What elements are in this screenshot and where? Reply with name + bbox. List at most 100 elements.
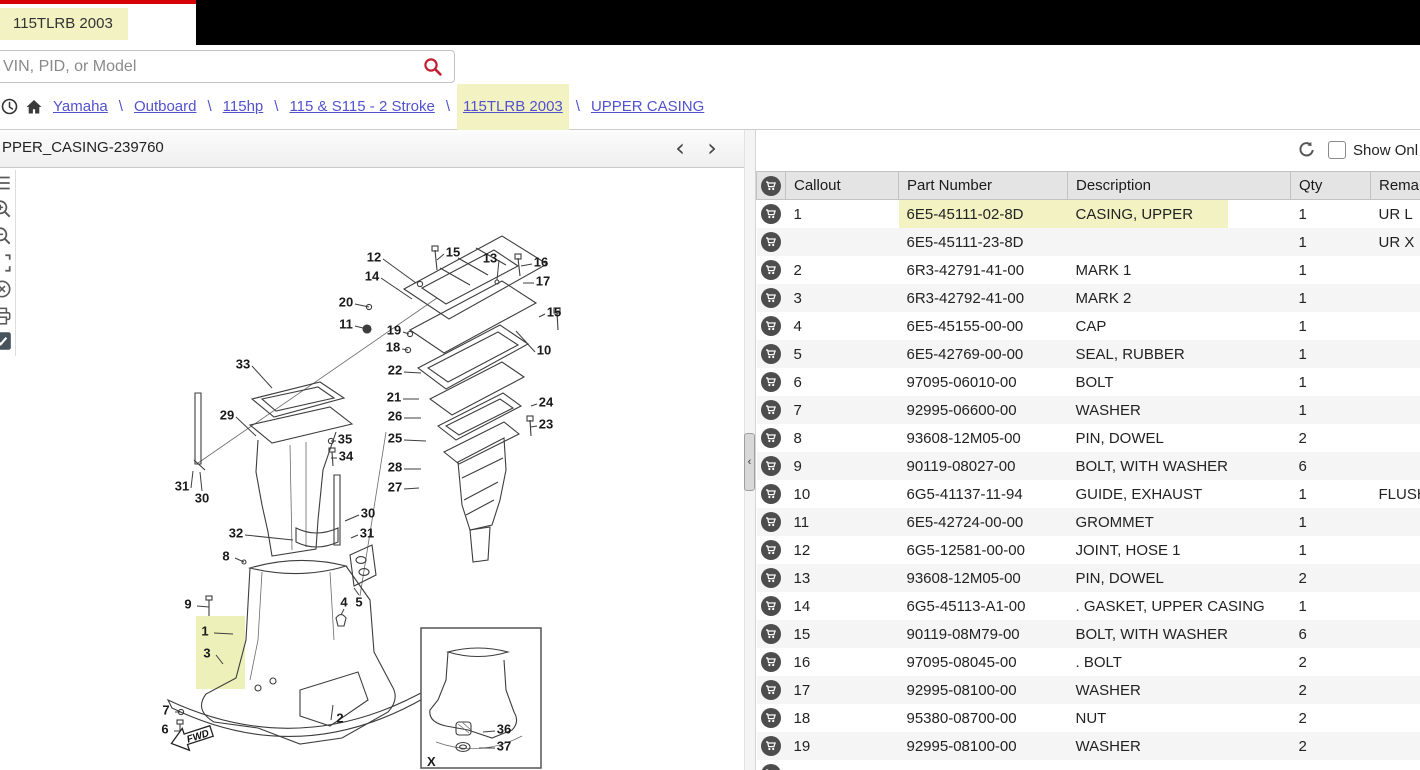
add-to-cart-cell[interactable] (757, 452, 786, 480)
table-row[interactable]: 2 6R3-42791-41-00 MARK 1 1 (757, 256, 1420, 284)
add-to-cart-cell[interactable] (757, 592, 786, 620)
diagram-callout[interactable]: 21 (387, 390, 401, 405)
breadcrumb-link[interactable]: Outboard (130, 98, 201, 115)
diagram-callout[interactable]: 8 (222, 549, 229, 564)
zoom-out-button[interactable] (0, 225, 13, 247)
breadcrumb-link[interactable]: 115 & S115 - 2 Stroke (285, 98, 438, 115)
diagram-callout[interactable]: 6 (161, 722, 168, 737)
table-row[interactable]: 16 97095-08045-00 . BOLT 2 (757, 648, 1420, 676)
diagram-callout[interactable]: 27 (388, 480, 402, 495)
diagram-callout[interactable]: 18 (386, 340, 400, 355)
table-row[interactable]: 7 92995-06600-00 WASHER 1 (756, 396, 1420, 424)
table-row[interactable]: 6E5-45111-23-8D 1 UR X (756, 228, 1420, 256)
history-icon[interactable] (1, 98, 18, 115)
diagram-callout[interactable]: 13 (483, 251, 497, 266)
add-to-cart-cell[interactable] (757, 564, 786, 592)
add-to-cart-cell[interactable] (757, 620, 786, 648)
table-row[interactable]: 1 6E5-45111-02-8D CASING, UPPER 1 UR L (757, 199, 1420, 229)
prev-diagram-button[interactable]: ‹ (666, 132, 694, 164)
search-icon[interactable] (423, 57, 443, 77)
breadcrumb-link[interactable]: Yamaha (49, 98, 112, 115)
diagram-canvas[interactable]: FWD X 12 15 13 16 17 14 20 11 15 10 19 18 22 21 26 25 28… (16, 169, 744, 770)
table-row[interactable]: 11 6E5-42724-00-00 GROMMET 1 (756, 508, 1420, 536)
diagram-callout[interactable]: 9 (184, 597, 191, 612)
refresh-button[interactable] (1296, 139, 1318, 161)
add-to-cart-cell[interactable] (757, 228, 786, 256)
print-button[interactable] (0, 304, 13, 326)
fit-screen-button[interactable] (0, 252, 13, 274)
diagram-callout[interactable]: 5 (355, 595, 362, 610)
diagram-callout[interactable]: 7 (162, 703, 169, 718)
add-to-cart-cell[interactable] (757, 312, 786, 340)
add-to-cart-cell[interactable] (757, 396, 786, 424)
add-to-cart-cell[interactable] (757, 732, 786, 760)
diagram-callout[interactable]: 29 (220, 408, 234, 423)
menu-button[interactable] (0, 172, 13, 194)
add-to-cart-cell[interactable] (757, 368, 786, 396)
add-to-cart-cell[interactable] (757, 284, 786, 312)
breadcrumb-link[interactable]: 115TLRB 2003 (456, 83, 569, 130)
column-header-remarks[interactable]: Rema (1370, 171, 1420, 200)
breadcrumb-link[interactable]: 115hp (219, 98, 268, 115)
diagram-callout[interactable]: 19 (387, 323, 401, 338)
diagram-callout[interactable]: 35 (338, 432, 352, 447)
diagram-callout[interactable]: 24 (539, 395, 554, 410)
add-to-cart-cell[interactable] (757, 676, 786, 704)
diagram-callout[interactable]: 4 (340, 595, 348, 610)
column-header-qty[interactable]: Qty (1290, 171, 1371, 200)
table-row[interactable]: 19 92995-08100-00 WASHER 2 (756, 732, 1420, 760)
diagram-callout[interactable]: 25 (388, 431, 402, 446)
select-mode-button[interactable] (0, 330, 13, 352)
home-icon[interactable] (25, 98, 43, 115)
diagram-callout[interactable]: 16 (534, 255, 548, 270)
table-row[interactable]: 8 93608-12M05-00 PIN, DOWEL 2 (757, 424, 1420, 452)
diagram-callout[interactable]: 36 (497, 722, 511, 737)
diagram-callout[interactable]: 32 (229, 526, 243, 541)
table-row[interactable]: 6 97095-06010-00 BOLT 1 (757, 368, 1420, 396)
zoom-in-button[interactable] (0, 198, 13, 220)
diagram-callout[interactable]: 20 (339, 295, 353, 310)
table-row[interactable]: 17 92995-08100-00 WASHER 2 (756, 676, 1420, 704)
diagram-callout[interactable]: 37 (497, 739, 511, 754)
reset-zoom-button[interactable] (0, 278, 13, 300)
diagram-callout[interactable]: 34 (339, 449, 354, 464)
table-row[interactable]: 18 95380-08700-00 NUT 2 (757, 704, 1420, 732)
add-to-cart-cell[interactable] (757, 256, 786, 284)
diagram-callout[interactable]: 15 (446, 245, 460, 260)
add-to-cart-cell[interactable] (757, 424, 786, 452)
diagram-callout[interactable]: 30 (195, 491, 209, 506)
diagram-callout[interactable]: 11 (339, 317, 353, 332)
table-row[interactable]: 5 6E5-42769-00-00 SEAL, RUBBER 1 (756, 340, 1420, 368)
table-row[interactable]: 13 93608-12M05-00 PIN, DOWEL 2 (756, 564, 1420, 592)
diagram-callout[interactable]: 23 (539, 417, 553, 432)
diagram-callout[interactable]: 17 (536, 274, 550, 289)
add-to-cart-cell[interactable] (757, 480, 786, 508)
table-row[interactable]: 14 6G5-45113-A1-00 . GASKET, UPPER CASIN… (757, 592, 1420, 620)
diagram-callout[interactable]: 30 (361, 506, 375, 521)
diagram-callout[interactable]: 12 (367, 250, 381, 265)
table-row[interactable] (757, 760, 1420, 770)
table-row[interactable]: 3 6R3-42792-41-00 MARK 2 1 (756, 284, 1420, 312)
diagram-callout[interactable]: 10 (537, 343, 551, 358)
table-row[interactable]: 9 90119-08027-00 BOLT, WITH WASHER 6 (756, 452, 1420, 480)
diagram-callout[interactable]: 31 (175, 479, 189, 494)
diagram-callout[interactable]: 26 (388, 409, 402, 424)
add-to-cart-cell[interactable] (757, 340, 786, 368)
column-header-callout[interactable]: Callout (785, 171, 899, 200)
breadcrumb-link[interactable]: UPPER CASING (587, 98, 708, 115)
add-to-cart-cell[interactable] (757, 536, 786, 564)
table-row[interactable]: 15 90119-08M79-00 BOLT, WITH WASHER 6 (756, 620, 1420, 648)
table-row[interactable]: 12 6G5-12581-00-00 JOINT, HOSE 1 1 (757, 536, 1420, 564)
table-row[interactable]: 4 6E5-45155-00-00 CAP 1 (757, 312, 1420, 340)
column-header-description[interactable]: Description (1067, 171, 1291, 200)
add-to-cart-cell[interactable] (757, 200, 786, 229)
diagram-callout[interactable]: 31 (360, 526, 374, 541)
column-header-part-number[interactable]: Part Number (898, 171, 1068, 200)
diagram-callout[interactable]: 3 (203, 646, 210, 661)
diagram-callout[interactable]: 28 (388, 460, 402, 475)
search-input[interactable] (0, 51, 423, 82)
add-to-cart-cell[interactable] (757, 760, 786, 770)
splitter-collapse-handle[interactable]: ‹ (744, 433, 755, 491)
add-to-cart-cell[interactable] (757, 508, 786, 536)
add-to-cart-cell[interactable] (757, 704, 786, 732)
